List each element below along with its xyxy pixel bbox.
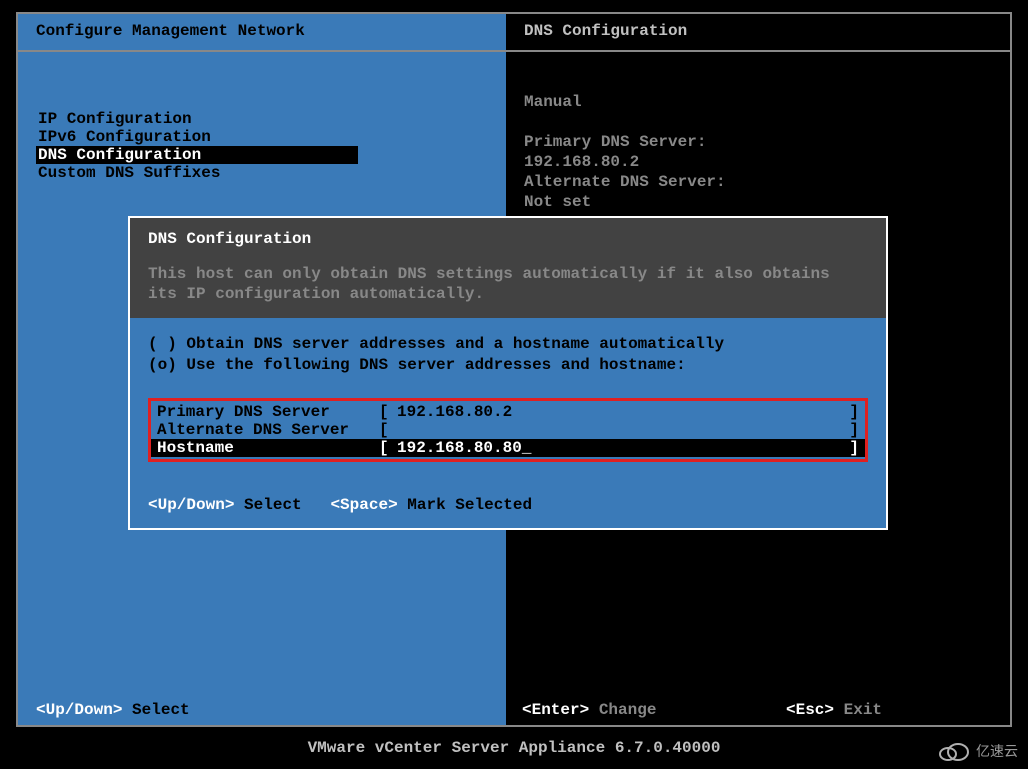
field-label: Alternate DNS Server xyxy=(157,421,379,439)
bracket-open-icon: [ xyxy=(379,421,397,439)
bracket-open-icon: [ xyxy=(379,439,397,457)
dialog-subtitle: This host can only obtain DNS settings a… xyxy=(148,264,868,304)
status-hint-esc: <Esc> Exit xyxy=(786,701,882,719)
right-panel-title: DNS Configuration xyxy=(506,14,1010,52)
field-label: Hostname xyxy=(157,439,379,457)
field-label: Primary DNS Server xyxy=(157,403,379,421)
hint-enter-key: <Enter> xyxy=(522,701,589,719)
hint-space-key: <Space> xyxy=(330,496,397,514)
field-primary-dns[interactable]: Primary DNS Server [ 192.168.80.2 ] xyxy=(151,403,865,421)
hint-updown-key: <Up/Down> xyxy=(36,701,122,719)
menu-list: IP Configuration IPv6 Configuration DNS … xyxy=(18,52,506,182)
hint-updown-key: <Up/Down> xyxy=(148,496,234,514)
radio-options: ( ) Obtain DNS server addresses and a ho… xyxy=(148,334,868,376)
info-mode: Manual xyxy=(524,92,1010,112)
dialog-body: ( ) Obtain DNS server addresses and a ho… xyxy=(130,318,886,528)
info-alternate-value: Not set xyxy=(524,192,1010,212)
left-panel-title: Configure Management Network xyxy=(18,14,506,52)
menu-item-ip-config[interactable]: IP Configuration xyxy=(36,110,358,128)
cloud-icon xyxy=(936,739,970,763)
hint-updown-label: Select xyxy=(132,701,190,719)
dialog-header: DNS Configuration This host can only obt… xyxy=(130,218,886,318)
radio-option-auto[interactable]: ( ) Obtain DNS server addresses and a ho… xyxy=(148,334,868,355)
hint-enter-label: Change xyxy=(599,701,657,719)
menu-item-dns-config[interactable]: DNS Configuration xyxy=(36,146,358,164)
radio-option-manual[interactable]: (o) Use the following DNS server address… xyxy=(148,355,868,376)
menu-item-ipv6-config[interactable]: IPv6 Configuration xyxy=(36,128,358,146)
info-area: Manual Primary DNS Server: 192.168.80.2 … xyxy=(506,52,1010,212)
dns-configuration-dialog: DNS Configuration This host can only obt… xyxy=(128,216,888,530)
watermark-text: 亿速云 xyxy=(976,741,1018,761)
watermark: 亿速云 xyxy=(936,739,1018,763)
field-hostname[interactable]: Hostname [ 192.168.80.80 ] xyxy=(151,439,865,457)
info-primary-value: 192.168.80.2 xyxy=(524,152,1010,172)
field-alternate-dns[interactable]: Alternate DNS Server [ ] xyxy=(151,421,865,439)
alternate-dns-input[interactable] xyxy=(397,421,847,439)
product-version: VMware vCenter Server Appliance 6.7.0.40… xyxy=(0,739,1028,757)
annotation-highlight-box: Primary DNS Server [ 192.168.80.2 ] Alte… xyxy=(148,398,868,462)
info-primary-label: Primary DNS Server: xyxy=(524,132,1010,152)
bracket-close-icon: ] xyxy=(847,439,859,457)
status-hint-enter: <Enter> Change xyxy=(522,701,656,719)
hint-esc-label: Exit xyxy=(844,701,882,719)
bracket-close-icon: ] xyxy=(847,403,859,421)
info-alternate-label: Alternate DNS Server: xyxy=(524,172,1010,192)
status-hint-left: <Up/Down> Select xyxy=(36,701,190,719)
dialog-footer-hints: <Up/Down> Select <Space> Mark Selected xyxy=(148,496,868,514)
hostname-input[interactable]: 192.168.80.80 xyxy=(397,439,847,457)
hint-updown-label: Select xyxy=(244,496,302,514)
dialog-title: DNS Configuration xyxy=(148,230,868,248)
hint-space-label: Mark Selected xyxy=(407,496,532,514)
primary-dns-input[interactable]: 192.168.80.2 xyxy=(397,403,847,421)
bracket-close-icon: ] xyxy=(847,421,859,439)
menu-item-custom-dns-suffixes[interactable]: Custom DNS Suffixes xyxy=(36,164,358,182)
bracket-open-icon: [ xyxy=(379,403,397,421)
hint-esc-key: <Esc> xyxy=(786,701,834,719)
